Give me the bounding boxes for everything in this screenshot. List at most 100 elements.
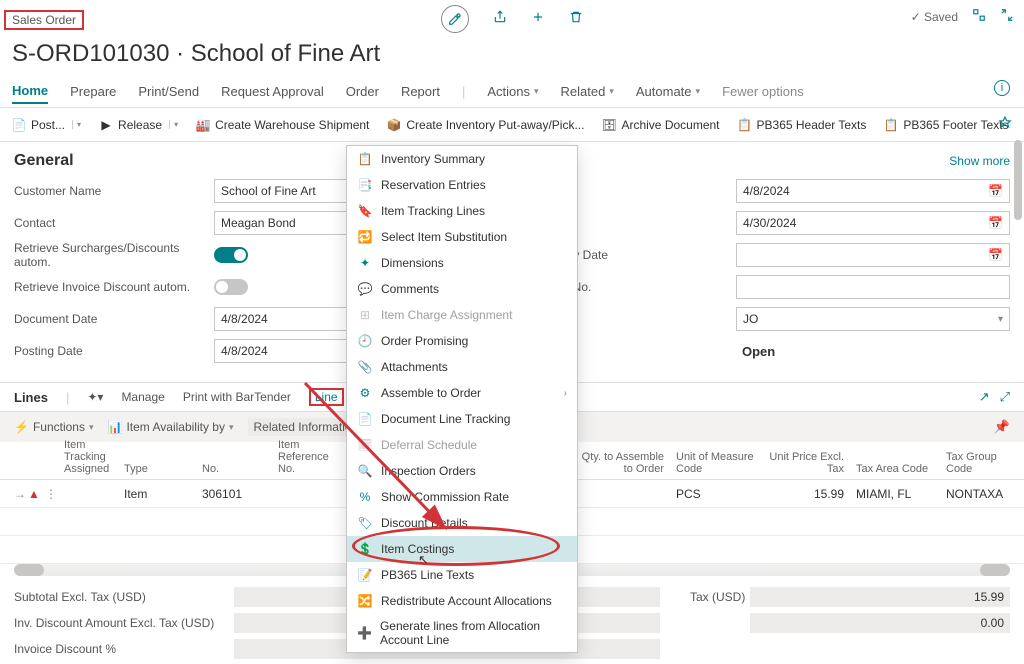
- dropdown-item-inspection-orders[interactable]: 🔍Inspection Orders: [347, 458, 577, 484]
- share-icon[interactable]: [493, 10, 507, 29]
- tab-actions[interactable]: Actions▾: [487, 80, 538, 103]
- dropdown-item-select-item-substitution[interactable]: 🔁Select Item Substitution: [347, 224, 577, 250]
- dropdown-item-reservation-entries[interactable]: 📑Reservation Entries: [347, 172, 577, 198]
- vertical-scrollbar[interactable]: [1014, 140, 1022, 540]
- dropdown-item-document-line-tracking[interactable]: 📄Document Line Tracking: [347, 406, 577, 432]
- fewer-options[interactable]: Fewer options: [722, 80, 804, 103]
- calendar-icon[interactable]: 📅: [988, 248, 1003, 262]
- cell-price[interactable]: 15.99: [760, 487, 850, 501]
- col-header-no[interactable]: No.: [196, 463, 272, 475]
- lines-line-menu[interactable]: Line: [309, 388, 344, 406]
- row-menu-icon[interactable]: ⋮: [44, 487, 58, 501]
- rcol-date-field-1[interactable]: 4/8/2024📅: [736, 179, 1010, 203]
- col-header-uom[interactable]: Unit of Measure Code: [670, 451, 760, 475]
- rcol-date-field-2[interactable]: 4/30/2024📅: [736, 211, 1010, 235]
- dropdown-item-order-promising[interactable]: 🕘Order Promising: [347, 328, 577, 354]
- col-header-qtya[interactable]: Qty. to Assemble to Order: [570, 451, 670, 475]
- calendar-icon[interactable]: 📅: [988, 184, 1003, 198]
- menu-item-label: Redistribute Account Allocations: [381, 594, 552, 608]
- main-tabs: Home Prepare Print/Send Request Approval…: [0, 76, 1024, 108]
- retrieve-invoice-label: Retrieve Invoice Discount autom.: [14, 280, 214, 294]
- dropdown-item-attachments[interactable]: 📎 Attachments: [347, 354, 577, 380]
- collapse-icon[interactable]: [1000, 8, 1014, 25]
- pb-header-icon: 📋: [738, 118, 752, 132]
- menu-item-label: Attachments: [381, 360, 448, 374]
- col-header-tracking[interactable]: Item Tracking Assigned: [58, 439, 118, 475]
- calendar-icon[interactable]: 📅: [988, 216, 1003, 230]
- edit-icon[interactable]: [441, 5, 469, 33]
- dropdown-item-assemble-to-order[interactable]: ⚙Assemble to Order›: [347, 380, 577, 406]
- retrieve-invoice-toggle[interactable]: [214, 279, 248, 295]
- sub-pin-icon[interactable]: 📌: [994, 419, 1010, 435]
- lines-expand-icon[interactable]: ⤢: [1000, 389, 1010, 405]
- menu-item-icon: ⚙: [357, 385, 373, 401]
- lines-share-icon[interactable]: ↗: [979, 389, 990, 405]
- action-pb365-footer[interactable]: 📋 PB365 Footer Texts: [884, 118, 1008, 132]
- detach-icon[interactable]: [972, 8, 986, 25]
- menu-item-label: PB365 Line Texts: [381, 568, 474, 582]
- menu-item-label: Show Commission Rate: [381, 490, 509, 504]
- col-header-tax[interactable]: Tax Area Code: [850, 463, 940, 475]
- menu-item-label: Comments: [381, 282, 439, 296]
- retrieve-surcharge-toggle[interactable]: [214, 247, 248, 263]
- menu-item-icon: 🔖: [357, 203, 373, 219]
- cell-uom[interactable]: PCS: [670, 487, 760, 501]
- action-create-warehouse-shipment[interactable]: 🏭 Create Warehouse Shipment: [196, 118, 369, 132]
- pin-icon[interactable]: [998, 116, 1012, 133]
- dropdown-item-redistribute-account-allocations[interactable]: 🔀Redistribute Account Allocations: [347, 588, 577, 614]
- dropdown-item-generate-lines-from-allocation-account-line[interactable]: ➕Generate lines from Allocation Account …: [347, 614, 577, 652]
- col-header-type[interactable]: Type: [118, 463, 196, 475]
- menu-item-icon: 🔁: [357, 229, 373, 245]
- lines-manage[interactable]: Manage: [121, 390, 164, 404]
- delivery-date-field[interactable]: 📅: [736, 243, 1010, 267]
- tab-automate[interactable]: Automate▾: [636, 80, 700, 103]
- action-create-inventory-putaway[interactable]: 📦 Create Inventory Put-away/Pick...: [387, 118, 584, 132]
- col-header-price[interactable]: Unit Price Excl. Tax: [760, 451, 850, 475]
- dropdown-item-item-tracking-lines[interactable]: 🔖Item Tracking Lines: [347, 198, 577, 224]
- tab-request-approval[interactable]: Request Approval: [221, 80, 324, 103]
- lines-tool-new[interactable]: ✦▾: [87, 390, 103, 404]
- lines-print-bartender[interactable]: Print with BarTender: [183, 390, 291, 404]
- related-information-dropdown[interactable]: 📋Inventory Summary📑Reservation Entries🔖I…: [346, 145, 578, 653]
- cell-no[interactable]: 306101: [196, 487, 272, 501]
- col-header-tg[interactable]: Tax Group Code: [940, 451, 1010, 475]
- inv-pct-value-right: [750, 639, 1010, 659]
- tab-printsend[interactable]: Print/Send: [138, 80, 199, 103]
- menu-item-label: Dimensions: [381, 256, 444, 270]
- action-post[interactable]: 📄 Post... ▾: [12, 118, 81, 132]
- sub-item-availability[interactable]: 📊 Item Availability by ▾: [108, 420, 234, 434]
- tab-home[interactable]: Home: [12, 79, 48, 104]
- tax-label: Tax (USD): [690, 590, 750, 604]
- menu-item-icon: ➕: [357, 625, 372, 641]
- code-field[interactable]: JO▾: [736, 307, 1010, 331]
- col-header-ref[interactable]: Item Reference No.: [272, 439, 352, 475]
- cell-tg[interactable]: NONTAXA: [940, 487, 1010, 501]
- dropdown-item-item-costings[interactable]: 💲Item Costings: [347, 536, 577, 562]
- action-pb365-header[interactable]: 📋 PB365 Header Texts: [738, 118, 867, 132]
- new-icon[interactable]: [531, 10, 545, 29]
- cell-tax[interactable]: MIAMI, FL: [850, 487, 940, 501]
- dropdown-item-show-commission-rate[interactable]: %Show Commission Rate: [347, 484, 577, 510]
- row-selector[interactable]: → ▲: [14, 487, 44, 501]
- action-archive-document[interactable]: 🗄 Archive Document: [602, 118, 719, 132]
- delete-icon[interactable]: [569, 10, 583, 29]
- warning-icon: ▲: [28, 487, 40, 501]
- dropdown-item-comments[interactable]: 💬Comments: [347, 276, 577, 302]
- inv-pct-label: Invoice Discount %: [14, 642, 234, 656]
- sub-functions[interactable]: ⚡ Functions ▾: [14, 420, 94, 434]
- dropdown-item-pb365-line-texts[interactable]: 📝PB365 Line Texts: [347, 562, 577, 588]
- dropdown-item-inventory-summary[interactable]: 📋Inventory Summary: [347, 146, 577, 172]
- doc-no-field[interactable]: [736, 275, 1010, 299]
- show-more-link[interactable]: Show more: [949, 154, 1010, 168]
- dropdown-item-discount-details[interactable]: 🏷Discount Details: [347, 510, 577, 536]
- dropdown-item-dimensions[interactable]: ✦Dimensions: [347, 250, 577, 276]
- menu-item-icon: 🗓: [357, 437, 373, 453]
- tab-related[interactable]: Related▾: [561, 80, 614, 103]
- info-icon[interactable]: i: [994, 80, 1010, 96]
- tab-prepare[interactable]: Prepare: [70, 80, 116, 103]
- tab-report[interactable]: Report: [401, 80, 440, 103]
- cell-type[interactable]: Item: [118, 487, 196, 501]
- action-release[interactable]: ▶ Release ▾: [99, 118, 178, 132]
- tab-order[interactable]: Order: [346, 80, 379, 103]
- menu-item-icon: 📎: [357, 359, 373, 375]
